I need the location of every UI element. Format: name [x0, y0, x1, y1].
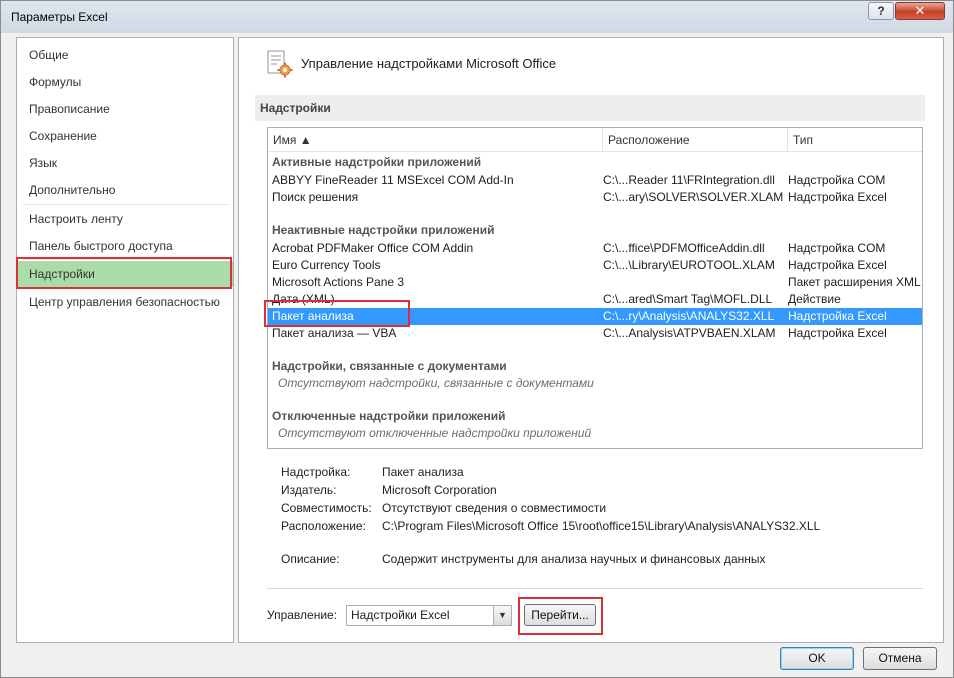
nav-divider	[23, 204, 229, 205]
manage-dropdown-value: Надстройки Excel	[351, 608, 450, 622]
nav-item-save[interactable]: Сохранение	[17, 123, 233, 149]
empty-note-document: Отсутствуют надстройки, связанные с доку…	[278, 376, 594, 390]
close-button[interactable]: ✕	[895, 2, 945, 20]
nav-item-proofing[interactable]: Правописание	[17, 96, 233, 122]
group-title-inactive: Неактивные надстройки приложений	[272, 223, 495, 237]
nav-item-general[interactable]: Общие	[17, 42, 233, 68]
addins-list[interactable]: Имя ▲ Расположение Тип Активные надстрой…	[267, 127, 923, 449]
table-row[interactable]: Acrobat PDFMaker Office COM Addin C:\...…	[268, 240, 922, 257]
detail-row-publisher: Издатель: Microsoft Corporation	[281, 483, 497, 497]
nav-item-formulas[interactable]: Формулы	[17, 69, 233, 95]
table-row[interactable]: Microsoft Actions Pane 3 Пакет расширени…	[268, 274, 922, 291]
column-header-type[interactable]: Тип	[788, 128, 922, 152]
cancel-button[interactable]: Отмена	[863, 647, 937, 670]
table-row[interactable]: Дата (XML) C:\...ared\Smart Tag\MOFL.DLL…	[268, 291, 922, 308]
table-row[interactable]: Euro Currency Tools C:\...\Library\EUROT…	[268, 257, 922, 274]
nav-divider	[23, 259, 229, 260]
nav-item-addins[interactable]: Надстройки	[17, 261, 233, 287]
table-row[interactable]: Пакет анализа — VBA C:\...Analysis\ATPVB…	[268, 325, 922, 342]
table-row[interactable]: Поиск решения C:\...ary\SOLVER\SOLVER.XL…	[268, 189, 922, 206]
go-button[interactable]: Перейти...	[524, 604, 596, 626]
group-title-document: Надстройки, связанные с документами	[272, 359, 507, 373]
manage-label: Управление:	[267, 608, 338, 622]
detail-row-description: Описание: Содержит инструменты для анали…	[281, 552, 766, 566]
nav-item-customize-ribbon[interactable]: Настроить ленту	[17, 206, 233, 232]
detail-row-compatibility: Совместимость: Отсутствуют сведения о со…	[281, 501, 607, 515]
column-header-location[interactable]: Расположение	[603, 128, 788, 152]
excel-options-dialog: Параметры Excel ? ✕ Общие Формулы Правоп…	[0, 0, 954, 678]
pane-title: Управление надстройками Microsoft Office	[301, 56, 557, 71]
addins-pane: Управление надстройками Microsoft Office…	[238, 37, 944, 643]
window-title: Параметры Excel	[11, 10, 108, 24]
detail-row-addin: Надстройка: Пакет анализа	[281, 465, 464, 479]
chevron-down-icon[interactable]: ▼	[493, 606, 511, 625]
empty-note-disabled: Отсутствуют отключенные надстройки прило…	[278, 426, 592, 440]
manage-dropdown[interactable]: Надстройки Excel ▼	[346, 605, 512, 626]
table-row[interactable]: ABBYY FineReader 11 MSExcel COM Add-In C…	[268, 172, 922, 189]
table-row-selected[interactable]: Пакет анализа C:\...ry\Analysis\ANALYS32…	[268, 308, 922, 325]
detail-row-location: Расположение: C:\Program Files\Microsoft…	[281, 519, 821, 533]
manage-divider	[267, 588, 923, 589]
nav-item-language[interactable]: Язык	[17, 150, 233, 176]
options-nav: Общие Формулы Правописание Сохранение Яз…	[16, 37, 234, 643]
nav-item-quick-access-toolbar[interactable]: Панель быстрого доступа	[17, 233, 233, 259]
column-header-name[interactable]: Имя ▲	[268, 128, 603, 152]
group-title-active: Активные надстройки приложений	[272, 155, 482, 169]
help-button[interactable]: ?	[868, 2, 894, 20]
addins-manage-icon	[267, 50, 293, 78]
title-bar: Параметры Excel ? ✕	[1, 1, 953, 33]
nav-item-trust-center[interactable]: Центр управления безопасностью	[17, 289, 233, 315]
section-header-addins: Надстройки	[255, 95, 925, 121]
group-title-disabled: Отключенные надстройки приложений	[272, 409, 506, 423]
ok-button[interactable]: OK	[780, 647, 854, 670]
nav-item-advanced[interactable]: Дополнительно	[17, 177, 233, 203]
